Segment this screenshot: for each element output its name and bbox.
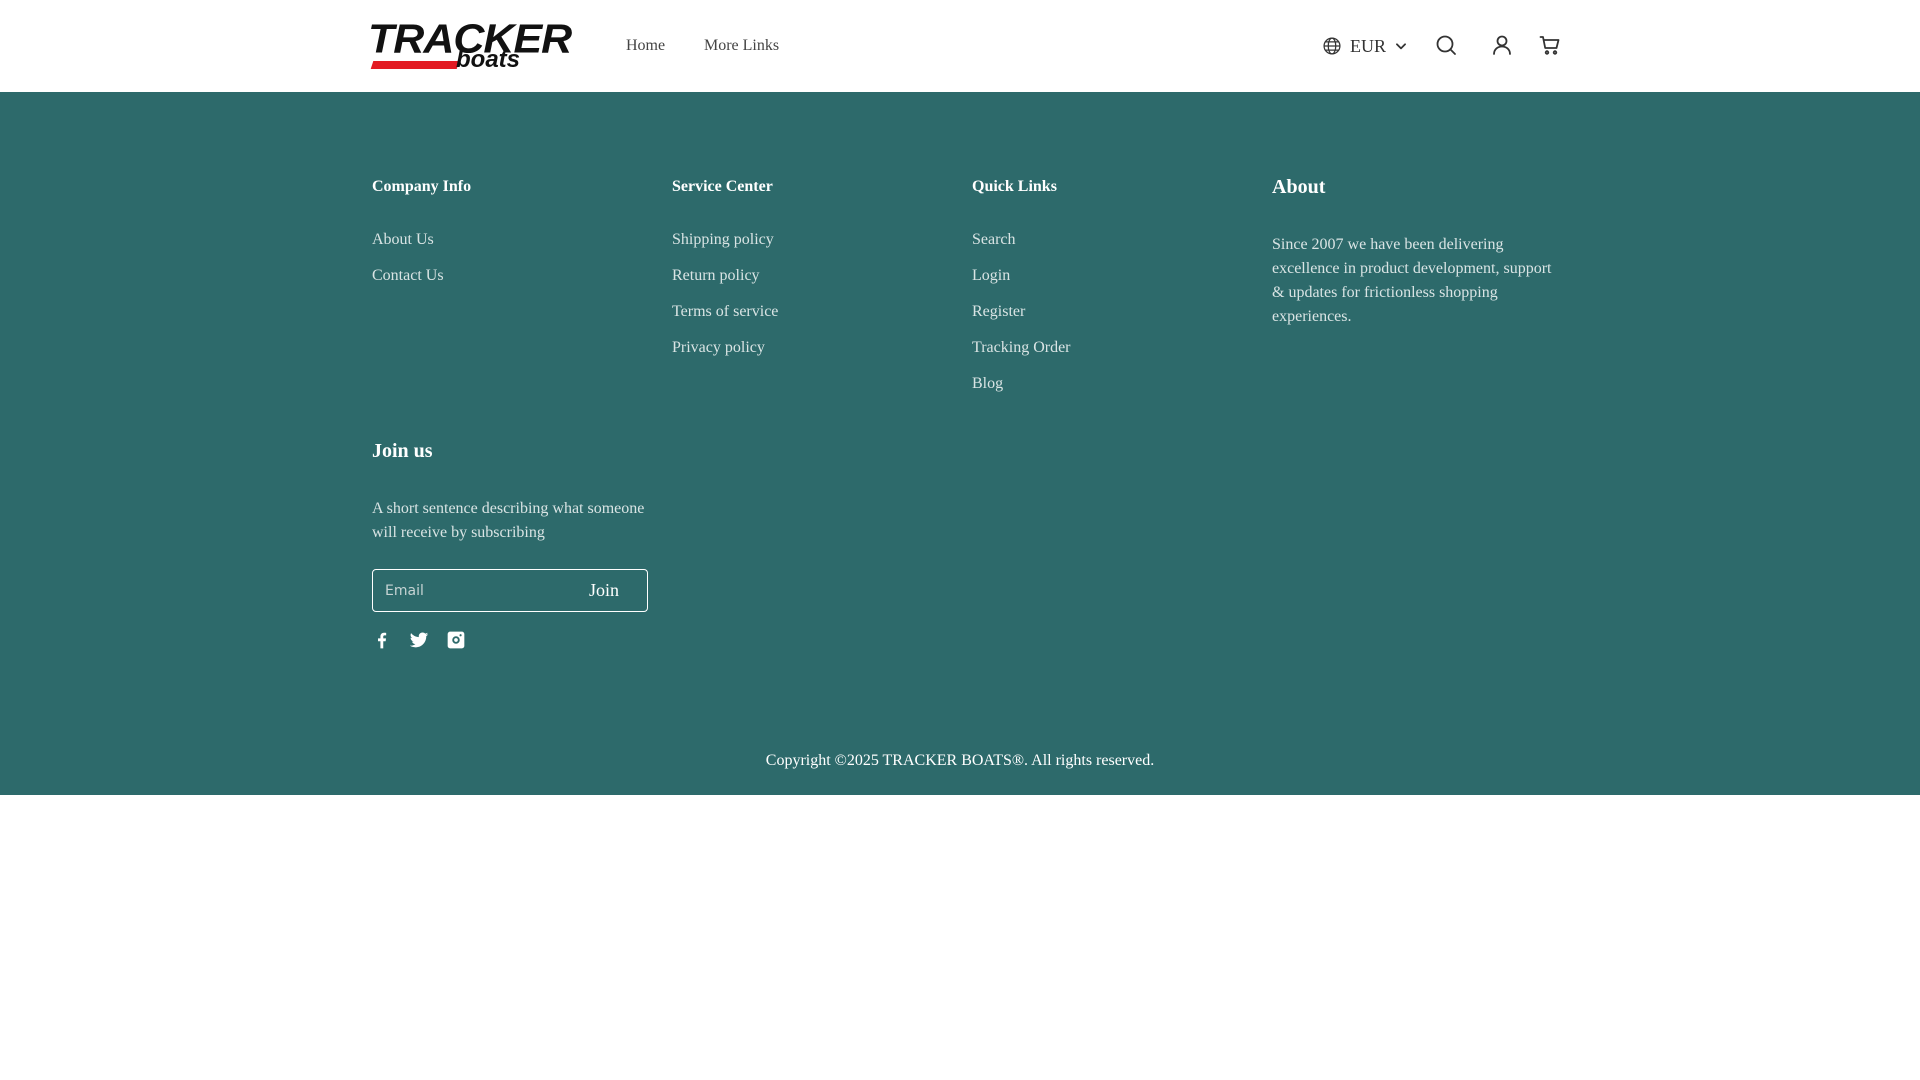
currency-label: EUR	[1350, 35, 1386, 56]
join-title: Join us	[372, 440, 433, 462]
footer-link-privacy-policy[interactable]: Privacy policy	[672, 338, 778, 358]
tracker-boats-logo[interactable]: TRACKER boats	[368, 19, 572, 73]
footer-link-terms-of-service[interactable]: Terms of service	[672, 302, 778, 322]
nav-more-links[interactable]: More Links	[704, 37, 779, 55]
footer-service-center: Service Center Shipping policy Return po…	[672, 178, 778, 374]
site-header: TRACKER boats Home More Links EUR	[0, 0, 1920, 92]
subscribe-form: Join	[372, 569, 648, 612]
logo-subword: boats	[456, 46, 521, 73]
footer-quick-links: Quick Links Search Login Register Tracki…	[972, 178, 1071, 410]
instagram-icon[interactable]	[446, 630, 466, 650]
facebook-icon[interactable]	[372, 630, 392, 650]
join-button[interactable]: Join	[561, 570, 647, 611]
chevron-down-icon	[1396, 43, 1406, 50]
footer-link-contact-us[interactable]: Contact Us	[372, 266, 471, 286]
search-icon[interactable]	[1434, 33, 1458, 57]
footer-column-title: Service Center	[672, 178, 773, 195]
nav-home[interactable]: Home	[626, 37, 665, 55]
footer-link-return-policy[interactable]: Return policy	[672, 266, 778, 286]
footer-company-info: Company Info About Us Contact Us	[372, 178, 471, 302]
email-input[interactable]	[373, 570, 561, 611]
footer-link-tracking-order[interactable]: Tracking Order	[972, 338, 1071, 358]
footer-about: About Since 2007 we have been delivering…	[1272, 176, 1562, 329]
footer-link-about-us[interactable]: About Us	[372, 230, 471, 250]
cart-icon[interactable]	[1538, 33, 1562, 57]
user-icon[interactable]	[1490, 33, 1514, 57]
footer-about-text: Since 2007 we have been delivering excel…	[1272, 236, 1552, 325]
footer-column-title: Quick Links	[972, 178, 1057, 195]
footer-link-shipping-policy[interactable]: Shipping policy	[672, 230, 778, 250]
join-description: A short sentence describing what someone…	[372, 500, 645, 541]
twitter-icon[interactable]	[409, 630, 429, 650]
currency-selector[interactable]: EUR	[1322, 34, 1408, 58]
footer-column-title: Company Info	[372, 178, 472, 195]
footer-join-section: Join us A short sentence describing what…	[372, 440, 662, 650]
footer-link-search[interactable]: Search	[972, 230, 1071, 250]
globe-icon	[1323, 37, 1341, 55]
social-links	[372, 630, 662, 650]
logo-red-stripe	[370, 61, 460, 69]
footer-about-title: About	[1272, 176, 1326, 198]
footer-link-register[interactable]: Register	[972, 302, 1071, 322]
copyright-text: Copyright ©2025 TRACKER BOATS®. All righ…	[765, 752, 1155, 769]
footer-link-blog[interactable]: Blog	[972, 374, 1071, 394]
site-footer: Company Info About Us Contact Us Service…	[0, 92, 1920, 795]
footer-link-login[interactable]: Login	[972, 266, 1071, 286]
